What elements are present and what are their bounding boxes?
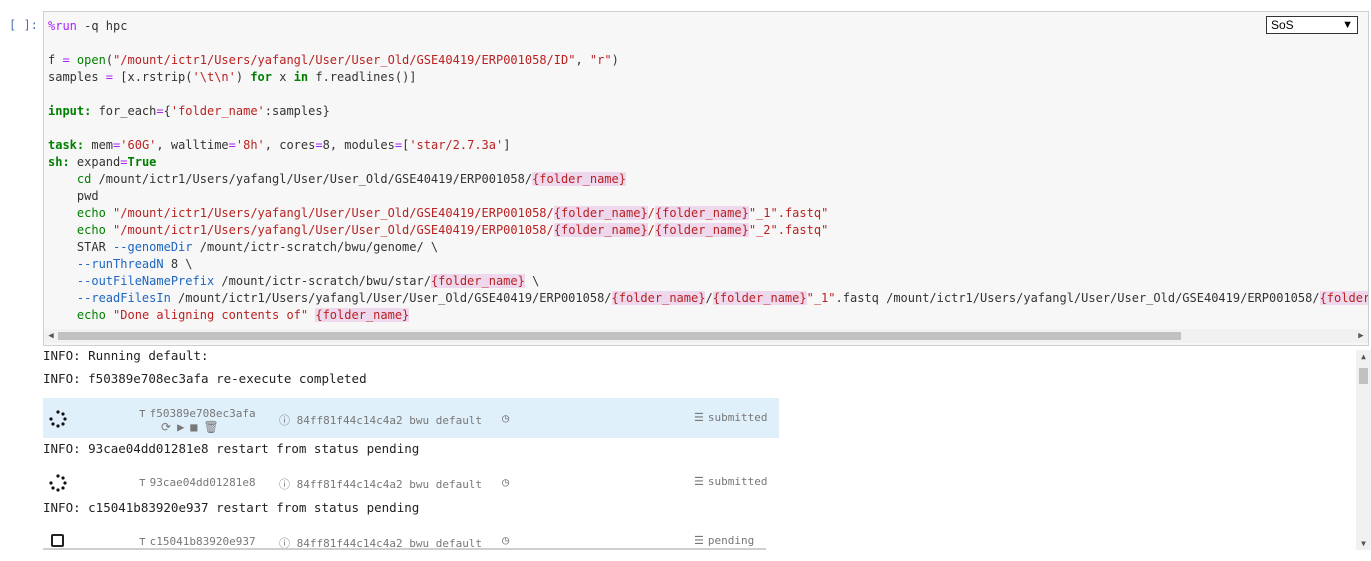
horizontal-scroll-thumb[interactable]: [58, 332, 1181, 340]
spinner-icon: [49, 410, 67, 428]
code-line-17: --readFilesIn /mount/ictr1/Users/yafangl…: [48, 291, 1368, 305]
info-circle-icon: ⓘ: [279, 414, 297, 427]
trash-icon[interactable]: 🗑: [204, 420, 225, 434]
horizontal-scrollbar[interactable]: ◀ ▶: [44, 329, 1368, 343]
cell-prompt: [ ]:: [9, 18, 38, 32]
code-line-1: %run -q hpc: [48, 19, 128, 33]
code-line-11: pwd: [48, 189, 99, 203]
code-line-3: f = open("/mount/ictr1/Users/yafangl/Use…: [48, 53, 619, 67]
task-status: ☰ pending: [694, 534, 755, 547]
list-check-icon: ☰: [694, 411, 704, 424]
code-line-14: STAR --genomeDir /mount/ictr-scratch/bwu…: [48, 240, 439, 254]
stop-icon[interactable]: ■: [190, 420, 203, 434]
info-line: INFO: 93cae04dd01281e8 restart from stat…: [43, 441, 420, 456]
code-line-18: echo "Done aligning contents of" {folder…: [76, 308, 410, 322]
code-line-6: input: for_each={'folder_name':samples}: [48, 104, 330, 118]
scroll-down-arrow-icon[interactable]: ▼: [1356, 539, 1371, 548]
clock-icon: ◷: [502, 411, 510, 425]
info-line: INFO: f50389e708ec3afa re-execute comple…: [43, 371, 367, 386]
code-line-8: task: mem='60G', walltime='8h', cores=8,…: [48, 138, 511, 152]
task-status: ☰ submitted: [694, 475, 768, 488]
code-line-9: sh: expand=True: [48, 155, 157, 169]
task-host: ⓘ 84ff81f44c14c4a2 bwu default: [279, 478, 483, 491]
task-id[interactable]: ⊤ f50389e708ec3afa: [139, 407, 256, 420]
sitemap-icon: ⊤: [139, 407, 146, 420]
task-host: ⓘ 84ff81f44c14c4a2 bwu default: [279, 414, 483, 427]
scroll-left-arrow-icon[interactable]: ◀: [44, 329, 58, 343]
kernel-select[interactable]: SoS ▼: [1266, 16, 1358, 34]
task-status: ☰ submitted: [694, 411, 768, 424]
checkbox-icon[interactable]: [51, 534, 64, 547]
vertical-scrollbar[interactable]: ▲ ▼: [1356, 350, 1371, 550]
scroll-up-arrow-icon[interactable]: ▲: [1356, 352, 1371, 361]
sitemap-icon: ⊤: [139, 476, 146, 489]
code-line-13: echo "/mount/ictr1/Users/yafangl/User/Us…: [76, 223, 829, 237]
chevron-down-icon: ▼: [1342, 19, 1353, 31]
task-id[interactable]: ⊤ c15041b83920e937: [139, 535, 256, 548]
kernel-select-value: SoS: [1271, 18, 1294, 32]
info-circle-icon: ⓘ: [279, 478, 297, 491]
sitemap-icon: ⊤: [139, 535, 146, 548]
info-line: INFO: c15041b83920e937 restart from stat…: [43, 500, 420, 515]
info-line: INFO: Running default:: [43, 348, 209, 363]
vertical-scroll-thumb[interactable]: [1359, 368, 1368, 384]
play-icon[interactable]: ▶: [177, 420, 190, 434]
task-row: ⊤ 93cae04dd01281e8 ⓘ 84ff81f44c14c4a2 bwu…: [43, 462, 779, 502]
clock-icon: ◷: [502, 533, 510, 547]
list-check-icon: ☰: [694, 534, 704, 547]
task-row: ⊤ f50389e708ec3afa ⟳▶■🗑 ⓘ 84ff81f44c14c4a…: [43, 398, 779, 438]
clock-icon: ◷: [502, 475, 510, 489]
code-editor[interactable]: %run -q hpc f = open("/mount/ictr1/Users…: [48, 18, 1368, 324]
scroll-right-arrow-icon[interactable]: ▶: [1354, 329, 1368, 343]
code-line-16: --outFileNamePrefix /mount/ictr-scratch/…: [76, 274, 540, 288]
spinner-icon: [49, 474, 67, 492]
code-line-15: --runThreadN 8 \: [76, 257, 193, 271]
list-check-icon: ☰: [694, 475, 704, 488]
cell-output: INFO: Running default: INFO: f50389e708e…: [43, 348, 1356, 550]
task-actions: ⟳▶■🗑: [161, 420, 225, 434]
refresh-icon[interactable]: ⟳: [161, 420, 177, 434]
task-id[interactable]: ⊤ 93cae04dd01281e8: [139, 476, 256, 489]
task-row: ⊤ c15041b83920e937 ⓘ 84ff81f44c14c4a2 bwu…: [43, 528, 779, 550]
code-line-12: echo "/mount/ictr1/Users/yafangl/User/Us…: [76, 206, 829, 220]
output-divider: [43, 548, 766, 550]
code-line-10: cd /mount/ictr1/Users/yafangl/User/User_…: [76, 172, 626, 186]
code-cell-input[interactable]: %run -q hpc f = open("/mount/ictr1/Users…: [43, 11, 1369, 346]
code-line-4: samples = [x.rstrip('\t\n') for x in f.r…: [48, 70, 417, 84]
